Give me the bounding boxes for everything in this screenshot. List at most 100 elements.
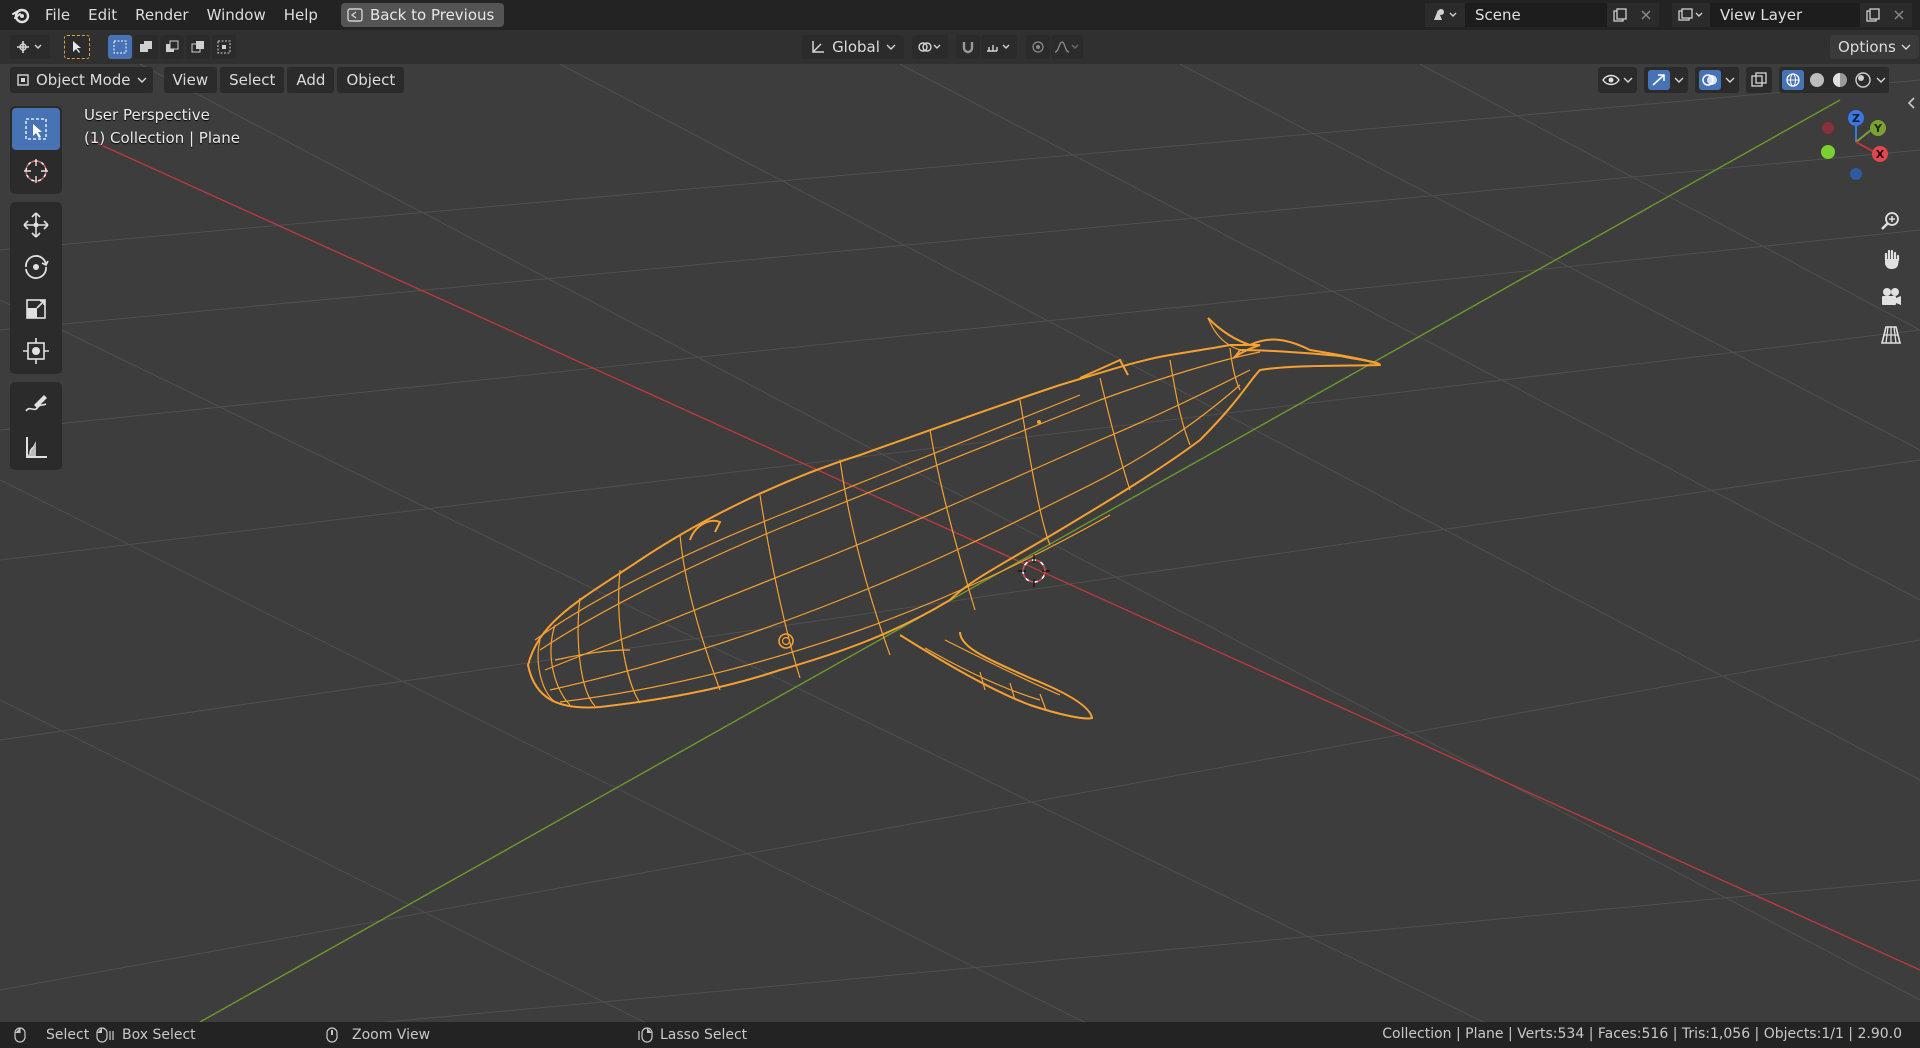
scene-statistics: Collection | Plane | Verts:534 | Faces:5… (1382, 1026, 1902, 1042)
view-layer-name-field[interactable]: View Layer (1710, 3, 1860, 27)
snap-magnet-icon[interactable] (956, 35, 980, 59)
status-lasso-label: Lasso Select (660, 1027, 748, 1043)
scale-tool[interactable] (12, 288, 60, 330)
select-intersect-icon[interactable] (212, 35, 236, 59)
eye-icon (1602, 74, 1620, 86)
view-layer-close-icon[interactable] (1886, 3, 1912, 27)
scale-icon (26, 299, 46, 319)
scene-close-icon[interactable] (1633, 3, 1659, 27)
material-preview-icon[interactable] (1830, 70, 1850, 90)
chevron-down-icon[interactable] (1876, 76, 1886, 84)
snap-target-icon[interactable] (981, 35, 1017, 59)
view-layer-selector[interactable]: View Layer (1672, 3, 1912, 27)
blender-logo-icon[interactable] (6, 3, 36, 27)
select-box-tool[interactable] (12, 108, 60, 150)
sidebar-toggle-icon[interactable] (1906, 96, 1916, 114)
proportional-edit-icon[interactable] (1026, 35, 1050, 59)
back-icon (347, 8, 363, 22)
move-tool[interactable] (12, 204, 60, 246)
view-layer-new-icon[interactable] (1860, 3, 1886, 27)
pivot-point-dropdown[interactable] (912, 35, 948, 59)
options-dropdown[interactable]: Options (1830, 35, 1919, 59)
mouse-right-drag-icon (638, 1027, 653, 1043)
select-new-icon[interactable] (108, 35, 132, 59)
wireframe-shading-icon[interactable] (1782, 70, 1804, 90)
select-subtract-icon[interactable] (160, 35, 184, 59)
select-mode-tool-button[interactable] (64, 35, 90, 59)
rotate-tool[interactable] (12, 246, 60, 288)
select-invert-icon[interactable] (186, 35, 210, 59)
menu-window[interactable]: Window (198, 3, 275, 27)
mouse-drag-icon (96, 1027, 114, 1043)
editor-type-icon[interactable] (10, 35, 50, 59)
falloff-curve-icon[interactable] (1051, 35, 1083, 59)
collection-label: (1) Collection | Plane (84, 129, 240, 147)
scene-selector[interactable]: Scene (1425, 3, 1659, 27)
camera-view-button[interactable] (1874, 280, 1908, 314)
rendered-shading-icon[interactable] (1853, 70, 1873, 90)
transform-tool[interactable] (12, 330, 60, 372)
measure-tool[interactable] (12, 426, 60, 468)
floor-grid (0, 64, 1920, 1022)
gizmo-z-label: Z (1852, 112, 1860, 125)
gizmo-neg-x[interactable] (1822, 122, 1834, 134)
object-menu[interactable]: Object (337, 67, 405, 93)
zoom-view-button[interactable] (1874, 204, 1908, 238)
menu-file[interactable]: File (36, 3, 79, 27)
chevron-down-icon (1901, 44, 1911, 50)
status-select-label: Select (46, 1027, 90, 1043)
xray-icon (1751, 72, 1767, 87)
overlays-toggle[interactable] (1695, 67, 1739, 93)
y-axis-line (199, 99, 1841, 1022)
select-box-icon (25, 118, 47, 140)
pivot-icon (918, 42, 941, 52)
scene-name-field[interactable]: Scene (1465, 3, 1607, 27)
whale-mesh[interactable] (526, 317, 1382, 720)
gizmo-neg-z[interactable] (1850, 168, 1862, 180)
perspective-toggle-button[interactable] (1874, 318, 1908, 352)
scene-new-icon[interactable] (1607, 3, 1633, 27)
gizmo-y-label: Y (1873, 122, 1883, 135)
view-menu[interactable]: View (163, 67, 218, 93)
gizmo-toggle[interactable] (1644, 67, 1688, 93)
visibility-dropdown[interactable] (1598, 67, 1637, 93)
menu-render[interactable]: Render (126, 3, 197, 27)
view-layer-browse-icon[interactable] (1672, 3, 1710, 27)
transform-orientation-dropdown[interactable]: Global (802, 35, 904, 59)
transform-icon (23, 338, 49, 364)
move-icon (23, 212, 49, 238)
object-mode-dropdown[interactable]: Object Mode (10, 67, 153, 93)
back-button-label: Back to Previous (369, 6, 495, 24)
xray-toggle[interactable] (1746, 67, 1772, 93)
pan-view-button[interactable] (1874, 242, 1908, 276)
options-label: Options (1838, 38, 1896, 56)
gizmo-neg-y[interactable] (1821, 145, 1835, 159)
select-menu[interactable]: Select (220, 67, 285, 93)
tweak-cursor-icon[interactable] (64, 35, 90, 59)
back-to-previous-button[interactable]: Back to Previous (340, 3, 505, 27)
tool-group-annotate (10, 382, 62, 470)
editor-type-selector[interactable] (10, 35, 50, 59)
solid-shading-icon[interactable] (1807, 70, 1827, 90)
mouse-middle-icon (326, 1027, 338, 1043)
scene-browse-icon[interactable] (1425, 3, 1465, 27)
orientation-icon (812, 41, 825, 53)
cursor-icon (24, 159, 48, 183)
annotate-pencil-icon (25, 395, 47, 412)
viewport-scene (0, 64, 1920, 1022)
add-menu[interactable]: Add (287, 67, 335, 93)
3d-viewport[interactable]: Object Mode View Select Add Object User … (0, 64, 1920, 1022)
tool-group-transform (10, 202, 62, 374)
menu-edit[interactable]: Edit (79, 3, 126, 27)
navigation-gizmo[interactable]: Z Y X (1814, 104, 1894, 190)
menu-help[interactable]: Help (275, 3, 327, 27)
gizmo-icon (1648, 70, 1670, 90)
status-box-select-label: Box Select (122, 1027, 196, 1043)
cursor-tool[interactable] (12, 150, 60, 192)
zoom-icon (1881, 212, 1899, 230)
select-extend-icon[interactable] (134, 35, 158, 59)
header-toolbar: Global Options (0, 30, 1920, 64)
hand-icon (1884, 249, 1900, 269)
object-origin-dot (1037, 420, 1041, 424)
annotate-tool[interactable] (12, 384, 60, 426)
